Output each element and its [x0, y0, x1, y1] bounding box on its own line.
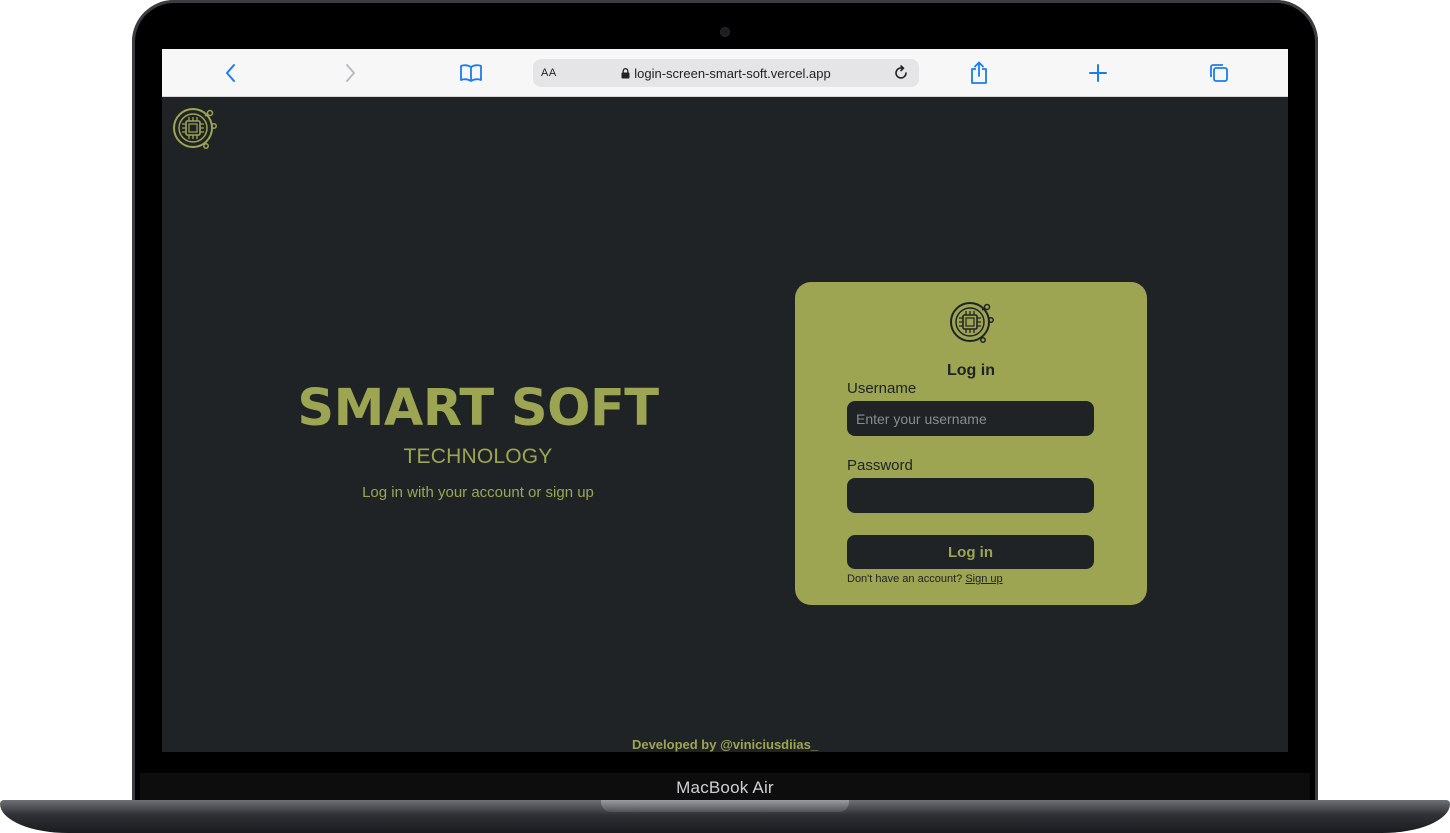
brand-subtitle: TECHNOLOGY: [403, 445, 553, 468]
brand-title: SMART SOFT: [297, 379, 659, 438]
bookmarks-button[interactable]: [457, 59, 485, 87]
camera-icon: [721, 28, 729, 36]
browser-toolbar: AA login-screen-smart-soft.vercel.app: [162, 49, 1288, 97]
share-icon: [971, 61, 987, 84]
bookmarks-icon: [460, 64, 482, 82]
login-title: Log in: [947, 362, 995, 379]
browser-screen: AA login-screen-smart-soft.vercel.app SM…: [162, 49, 1288, 752]
signup-row: Don't have an account? Sign up: [847, 573, 1003, 585]
hero-section: SMART SOFT TECHNOLOGY Log in with your a…: [162, 379, 794, 501]
back-button[interactable]: [217, 59, 245, 87]
username-input[interactable]: [847, 401, 1094, 436]
new-tab-button[interactable]: [1084, 59, 1112, 87]
hero-tagline: Log in with your account or sign up: [362, 484, 594, 501]
address-bar[interactable]: AA login-screen-smart-soft.vercel.app: [533, 59, 919, 87]
reload-button[interactable]: [887, 59, 915, 87]
signup-prompt: Don't have an account?: [847, 573, 963, 585]
device-label: MacBook Air: [676, 778, 774, 797]
footer-credit[interactable]: Developed by @viniciusdiias_: [162, 737, 1288, 752]
login-card: Log in Username Password Log in Don't ha…: [795, 282, 1147, 605]
forward-button[interactable]: [336, 59, 364, 87]
login-button[interactable]: Log in: [847, 535, 1094, 569]
tabs-icon: [1210, 64, 1228, 82]
signup-link[interactable]: Sign up: [965, 573, 1002, 585]
tabs-overview-button[interactable]: [1205, 59, 1233, 87]
new-tab-icon: [1089, 64, 1107, 82]
forward-icon: [346, 64, 355, 82]
username-label: Username: [847, 380, 917, 397]
password-label: Password: [847, 457, 913, 474]
url-text: login-screen-smart-soft.vercel.app: [634, 66, 831, 81]
card-logo: [947, 298, 995, 351]
site-logo[interactable]: [170, 104, 218, 157]
circuit-chip-icon: [950, 302, 994, 343]
password-input[interactable]: [847, 478, 1094, 513]
circuit-chip-icon: [173, 108, 217, 149]
lock-icon: [621, 68, 630, 79]
laptop-notch: [601, 800, 849, 812]
reload-icon: [895, 65, 907, 79]
share-button[interactable]: [965, 59, 993, 87]
back-icon: [226, 64, 235, 82]
